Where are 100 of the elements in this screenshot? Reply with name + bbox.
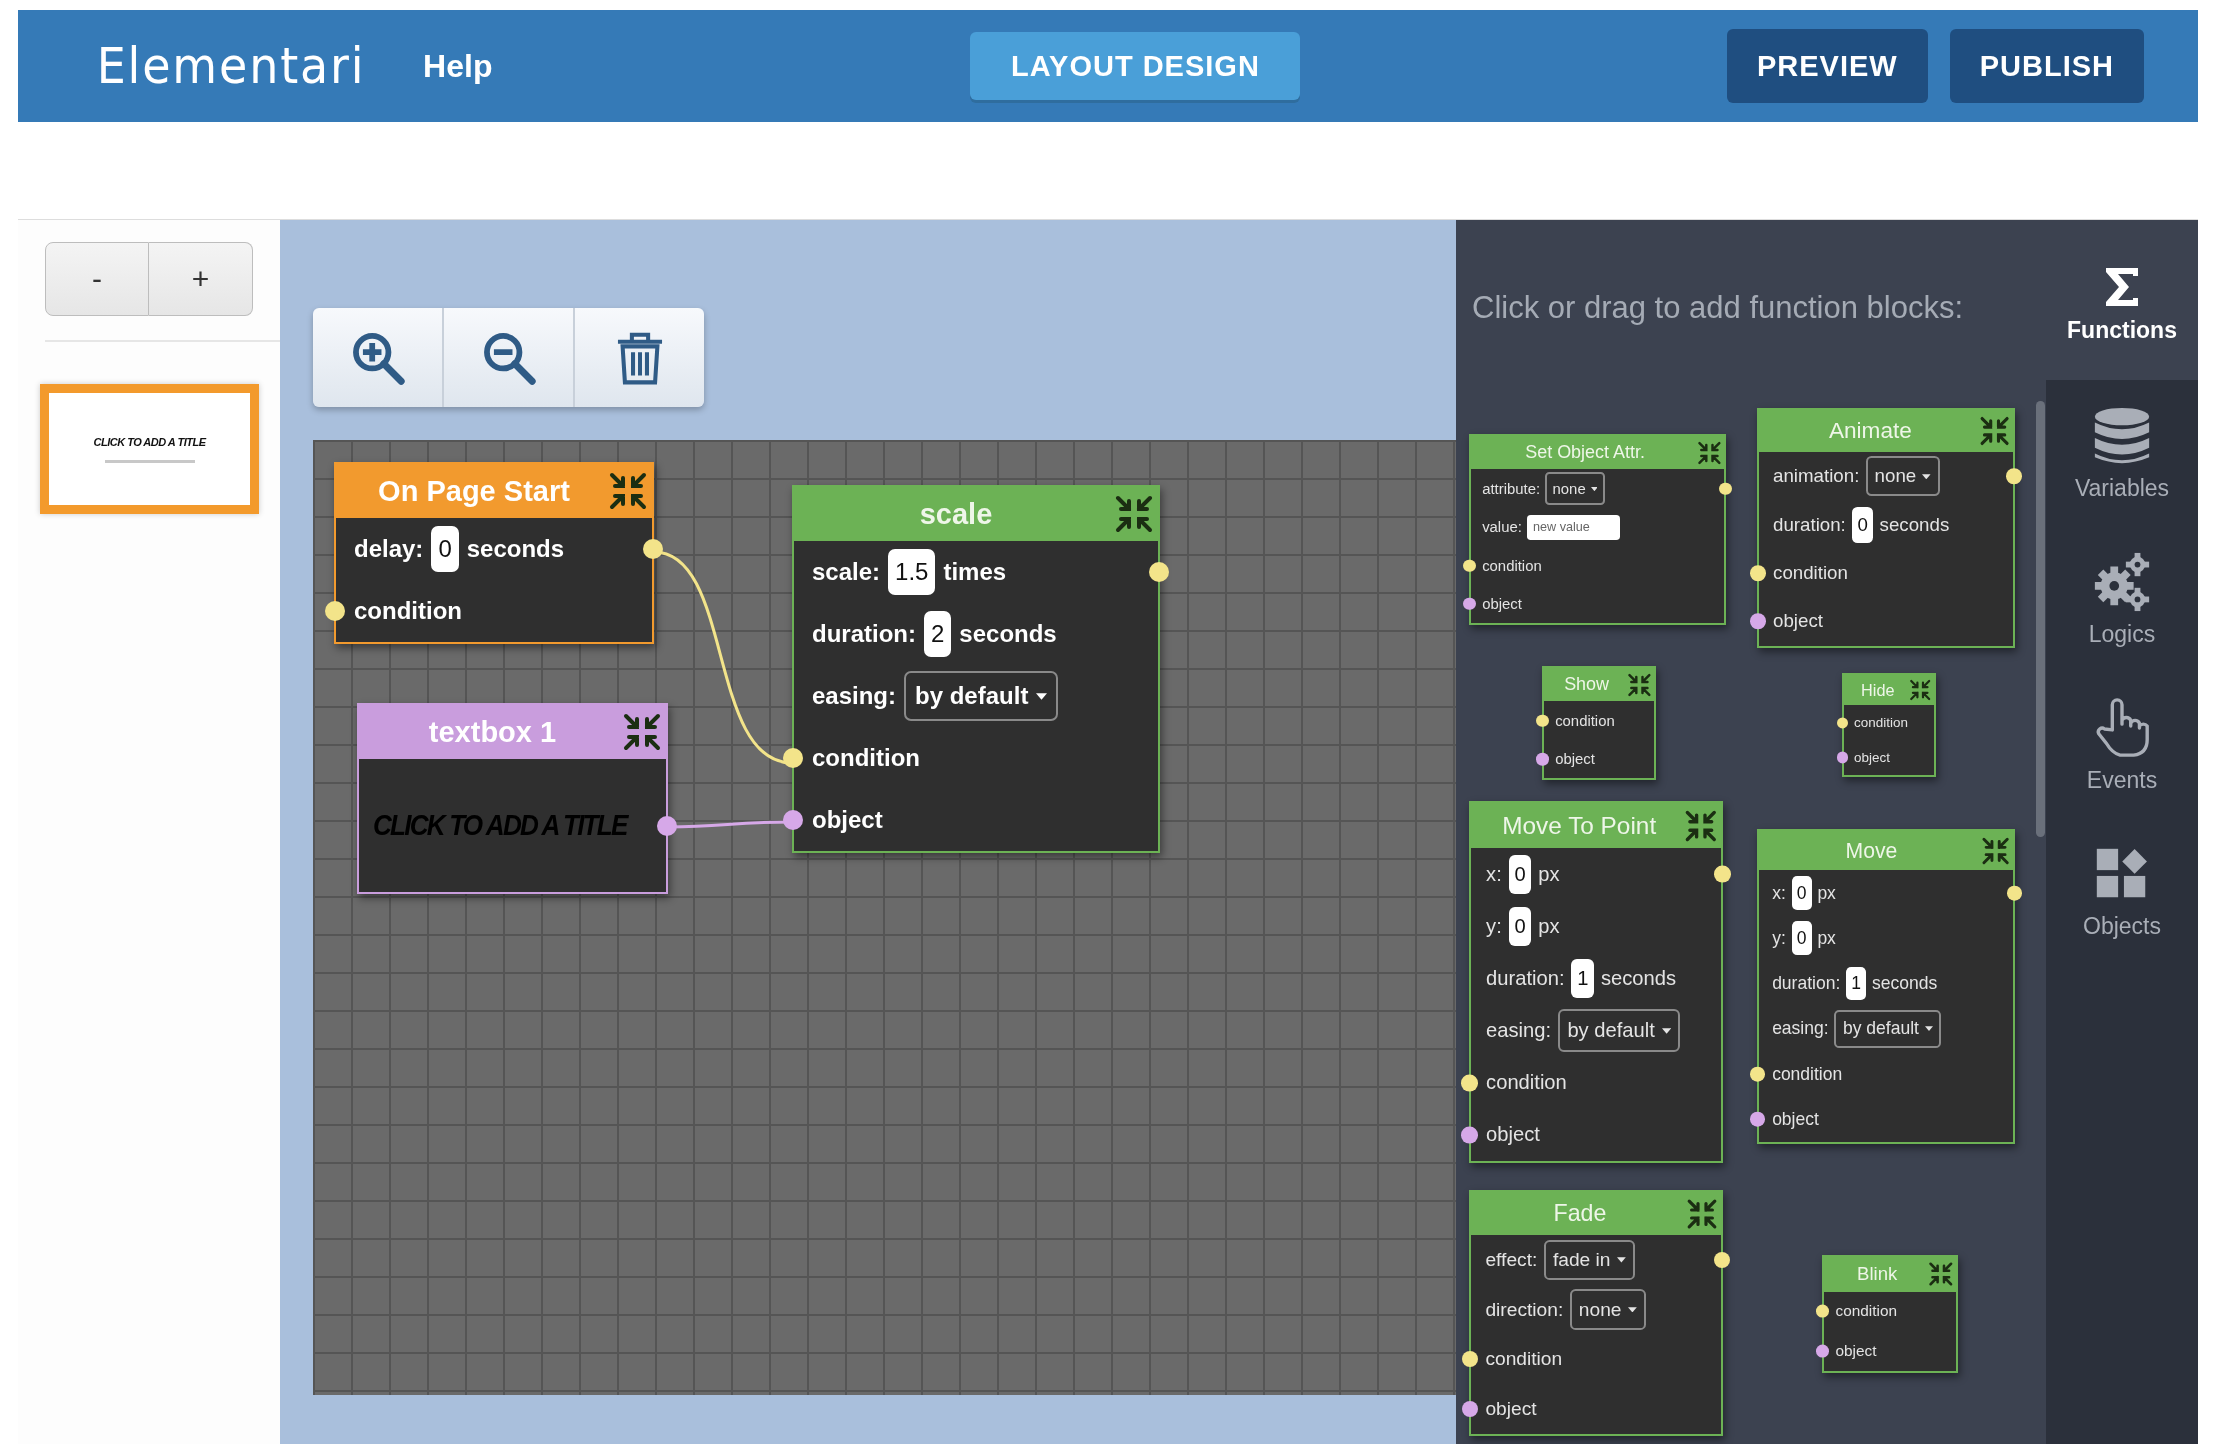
tab-label: Functions [2067, 316, 2177, 344]
field-label: y: [1486, 914, 1502, 938]
tab-label: Variables [2074, 474, 2170, 502]
port-label: condition [1555, 712, 1615, 729]
port-label: condition [1773, 562, 1848, 584]
dropdown[interactable]: none [1545, 472, 1605, 505]
block-title: scale [919, 497, 993, 531]
port-label: object [812, 806, 883, 834]
port-label: condition [1772, 1063, 1843, 1085]
function-block[interactable]: Blink condition object [1822, 1255, 1958, 1373]
help-link[interactable]: Help [423, 47, 493, 85]
field-label: easing: [812, 682, 897, 710]
unit-label: px [1538, 914, 1560, 938]
field-label: scale: [812, 558, 881, 586]
function-block[interactable]: Move To Point x: 0 px y: 0 px duration: 1 seconds easing: by default condition object [1469, 801, 1723, 1163]
tab-label: Logics [2088, 620, 2156, 648]
dropdown[interactable]: by default [1834, 1010, 1942, 1048]
port-label: object [1835, 1342, 1877, 1361]
header-button[interactable]: PREVIEW [1726, 29, 1928, 103]
number-field[interactable]: 1.5 [888, 549, 936, 595]
port-label: object [1773, 610, 1823, 633]
app-logo: Elementari [96, 37, 366, 95]
function-block[interactable]: Move x: 0 px y: 0 px duration: 1 seconds easing: by default condition object [1757, 829, 2015, 1144]
field-label: direction: [1485, 1298, 1564, 1321]
field-label: x: [1486, 862, 1502, 886]
field-label: duration: [1486, 967, 1565, 991]
number-field[interactable]: 1 [1846, 966, 1867, 1001]
unit-label: px [1817, 927, 1836, 949]
function-block[interactable]: On Page Start delay: 0 seconds condition [334, 462, 654, 644]
tab-label: Events [2086, 766, 2158, 794]
number-field[interactable]: 2 [924, 611, 952, 657]
port-label: condition [1486, 1071, 1567, 1095]
block-title: textbox 1 [428, 715, 557, 749]
block-title: Hide [1861, 680, 1895, 700]
block-title: Set Object Attr. [1525, 442, 1646, 464]
zoom-button[interactable]: - [45, 242, 149, 316]
number-field[interactable]: 0 [1508, 855, 1532, 894]
dropdown[interactable]: none [1865, 456, 1940, 497]
dropdown[interactable]: by default [904, 671, 1059, 721]
block-title: Fade [1553, 1200, 1607, 1228]
number-field[interactable]: 0 [431, 526, 459, 572]
number-field[interactable]: 0 [1508, 907, 1532, 946]
port-label: condition [354, 597, 462, 625]
block-title: Animate [1828, 418, 1912, 445]
function-block[interactable]: Hide condition object [1842, 673, 1936, 777]
port-label: condition [1854, 715, 1908, 731]
unit-label: seconds [1879, 513, 1950, 536]
function-block[interactable]: Fade effect: fade in direction: none condition object [1469, 1190, 1723, 1436]
number-field[interactable]: 0 [1791, 921, 1812, 956]
function-block[interactable]: Animate animation: none duration: 0 seconds condition object [1757, 408, 2015, 648]
number-field[interactable]: 1 [1571, 959, 1595, 998]
unit-label: px [1538, 862, 1560, 886]
field-label: easing: [1486, 1019, 1552, 1043]
port-label: condition [1482, 557, 1542, 574]
port-label: object [1854, 749, 1890, 765]
port-label: condition [1485, 1348, 1563, 1371]
port-label: object [1772, 1108, 1819, 1130]
port-label: condition [1835, 1302, 1897, 1321]
port-label: object [1482, 596, 1522, 612]
block-title: Move [1845, 838, 1898, 863]
unit-label: seconds [959, 620, 1057, 648]
field-label: value: [1482, 519, 1522, 536]
number-field[interactable]: 0 [1791, 876, 1812, 910]
unit-label: times [943, 558, 1007, 586]
field-label: attribute: [1482, 480, 1541, 497]
field-label: duration: [1772, 973, 1841, 995]
field-label: easing: [1772, 1018, 1829, 1040]
port-label: object [1555, 751, 1595, 768]
function-block[interactable]: scale scale: 1.5 times duration: 2 seconds easing: by default condition object [792, 485, 1160, 853]
unit-label: seconds [466, 535, 565, 563]
panel-instruction: Click or drag to add function blocks: [1471, 289, 1965, 326]
unit-label: px [1817, 882, 1836, 904]
block-title: Move To Point [1502, 811, 1657, 840]
zoom-button[interactable]: + [149, 242, 253, 316]
text-field[interactable]: new value [1526, 514, 1620, 540]
unit-label: seconds [1600, 967, 1677, 991]
tab-label: Objects [2083, 912, 2161, 940]
port-label: object [1485, 1397, 1537, 1420]
thumbnail-title: CLICK TO ADD A TITLE [93, 435, 206, 448]
dropdown[interactable]: fade in [1543, 1239, 1635, 1281]
port-label: object [1486, 1123, 1540, 1147]
number-field[interactable]: 0 [1852, 506, 1874, 543]
header-button[interactable]: PUBLISH [1949, 29, 2144, 103]
field-label: delay: [354, 535, 424, 563]
function-block[interactable]: Show condition object [1542, 666, 1656, 781]
block-title: Blink [1857, 1263, 1898, 1286]
function-block[interactable]: Set Object Attr. attribute: none value: new value condition object [1469, 434, 1726, 626]
unit-label: seconds [1871, 973, 1938, 995]
dropdown[interactable]: none [1569, 1289, 1646, 1330]
field-label: x: [1772, 882, 1786, 904]
field-label: animation: [1773, 465, 1860, 488]
sidebar-tab[interactable]: Functions [2046, 220, 2198, 380]
page-thumbnail[interactable]: CLICK TO ADD A TITLE [40, 384, 259, 514]
field-label: y: [1772, 927, 1786, 949]
port-label: condition [812, 744, 920, 772]
dropdown[interactable]: by default [1557, 1009, 1681, 1052]
field-label: duration: [812, 620, 916, 648]
block-title: On Page Start [378, 474, 570, 508]
field-label: duration: [1773, 513, 1846, 536]
block-title: Show [1564, 674, 1610, 696]
